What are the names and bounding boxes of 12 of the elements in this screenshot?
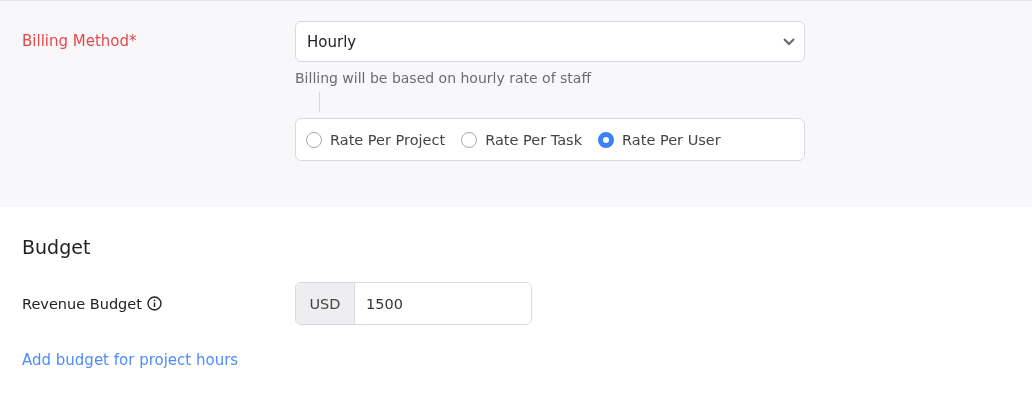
chevron-down-icon bbox=[782, 37, 796, 46]
billing-method-select[interactable]: Hourly bbox=[295, 21, 805, 62]
radio-option[interactable]: Rate Per User bbox=[598, 131, 721, 148]
currency-label: USD bbox=[296, 283, 355, 324]
radio-option[interactable]: Rate Per Task bbox=[461, 131, 583, 148]
field-label: Revenue Budget bbox=[22, 295, 142, 312]
revenue-budget-field[interactable]: USD 1500 bbox=[295, 282, 532, 325]
radio-option[interactable]: Rate Per Project bbox=[306, 131, 446, 148]
info-icon[interactable] bbox=[146, 296, 162, 311]
section-heading: Budget bbox=[22, 236, 92, 258]
hint-text: Billing will be based on hourly rate of staff bbox=[295, 70, 593, 86]
field-label: Billing Method* bbox=[22, 31, 138, 52]
